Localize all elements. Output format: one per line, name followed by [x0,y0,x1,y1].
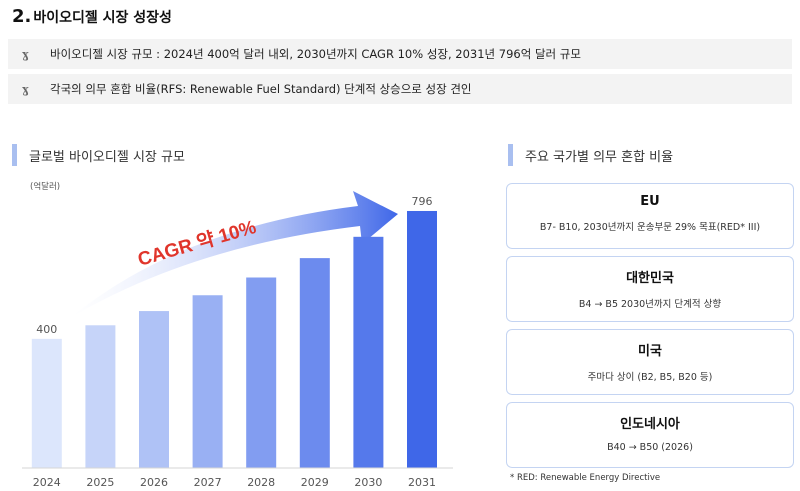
bar-2028 [246,277,277,468]
growth-arrow [70,191,398,318]
country-section-header: 주요 국가별 의무 혼합 비율 [508,144,673,166]
country-card-indonesia: 인도네시아 B40 → B50 (2026) [506,402,794,468]
country-policy: 주마다 상이 (B2, B5, B20 등) [587,372,713,383]
bar-2029 [299,258,330,468]
bar-2026 [139,311,169,468]
country-card-usa: 미국 주마다 상이 (B2, B5, B20 등) [506,329,794,395]
x-tick-label: 2028 [247,476,275,489]
country-policy: B7- B10, 2030년까지 운송부문 29% 목표(RED* III) [539,222,761,233]
x-tick-label: 2027 [194,476,222,489]
country-card-korea: 대한민국 B4 → B5 2030년까지 단계적 상향 [506,256,794,322]
x-tick-label: 2024 [33,476,61,489]
footnote: * RED: Renewable Energy Directive [510,473,661,483]
country-policy: B4 → B5 2030년까지 단계적 상향 [578,299,722,310]
bar-2031 [407,210,437,468]
x-tick-label: 2031 [408,476,436,489]
x-tick-label: 2029 [301,476,329,489]
country-name: EU [640,194,660,209]
x-tick-label: 2025 [86,476,114,489]
country-name: 인도네시아 [620,417,680,432]
market-size-chart: 20244002025 2026 2027 2028 2029 2030 2031796 C… [22,191,453,489]
bar-2030 [353,236,384,468]
country-policy: B40 → B50 (2026) [607,442,693,453]
x-tick-label: 2026 [140,476,168,489]
country-section-title: 주요 국가별 의무 혼합 비율 [525,149,674,165]
country-name: 미국 [638,344,662,359]
data-label: 796 [412,195,433,208]
country-card-eu: EU B7- B10, 2030년까지 운송부문 29% 목표(RED* III… [506,183,794,249]
country-name: 대한민국 [626,271,674,286]
bar-2025 [85,325,116,468]
bar-2024 [31,338,62,468]
accent-bar [508,144,513,166]
data-label: 400 [36,323,57,336]
bar-2027 [192,295,223,468]
x-tick-label: 2030 [354,476,382,489]
